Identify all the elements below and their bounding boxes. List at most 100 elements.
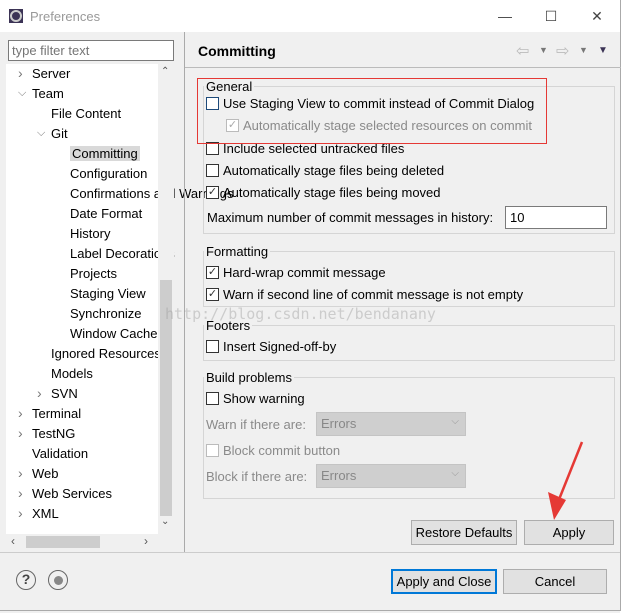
tree-item-ignored-resources[interactable]: Ignored Resources bbox=[51, 344, 161, 364]
scroll-down-icon[interactable]: ⌄ bbox=[161, 516, 169, 527]
scroll-right-icon[interactable]: › bbox=[144, 534, 148, 548]
chevron-down-icon[interactable]: ⌵ bbox=[37, 127, 45, 140]
cancel-button[interactable]: Cancel bbox=[503, 569, 607, 594]
preference-tree: Server › Team ⌵ File Content Git ⌵ Committing Co… bbox=[6, 64, 234, 534]
chevron-right-icon[interactable]: › bbox=[37, 385, 42, 401]
tree-item-label: Validation bbox=[32, 446, 89, 461]
tree-item-label: Git bbox=[51, 126, 68, 141]
tree-item-label: Committing bbox=[70, 146, 140, 161]
check-icon[interactable]: ✓ bbox=[206, 186, 219, 199]
title-bar: Preferences — ☐ ✕ bbox=[0, 0, 620, 32]
tree-item-committing[interactable]: Committing bbox=[70, 144, 140, 164]
warn-severity-combo: Errors ⌵ bbox=[316, 412, 466, 436]
eclipse-icon bbox=[9, 9, 23, 23]
tree-item-svn[interactable]: SVN bbox=[51, 384, 78, 404]
tree-item-label: Web bbox=[32, 466, 59, 481]
tree-item-testng[interactable]: TestNG bbox=[32, 424, 75, 444]
tree-item-label: Terminal bbox=[32, 406, 82, 421]
tree-item-team[interactable]: Team bbox=[32, 84, 64, 104]
checkbox-box bbox=[206, 444, 219, 457]
tree-item-label: Window Cache bbox=[70, 326, 158, 341]
warn-if-label: Warn if there are: bbox=[206, 417, 306, 432]
tree-item-label: Projects bbox=[70, 266, 117, 281]
annotation-highlight-box bbox=[197, 78, 547, 144]
header-separator bbox=[185, 67, 621, 68]
footer-separator bbox=[0, 552, 620, 553]
show-warning-checkbox[interactable]: Show warning bbox=[206, 391, 305, 406]
minimize-button[interactable]: — bbox=[490, 4, 520, 28]
tree-item-label: Web Services bbox=[32, 486, 112, 501]
block-commit-checkbox: Block commit button bbox=[206, 443, 340, 458]
tree-item-label: XML bbox=[32, 506, 59, 521]
tree-item-file-content[interactable]: File Content bbox=[51, 104, 121, 124]
stage-deleted-checkbox[interactable]: Automatically stage files being deleted bbox=[206, 163, 444, 178]
apply-button[interactable]: Apply bbox=[524, 520, 614, 545]
tree-item-web-services[interactable]: Web Services bbox=[32, 484, 112, 504]
sash-divider[interactable] bbox=[184, 32, 185, 552]
chevron-down-icon: ⌵ bbox=[451, 468, 459, 479]
check-icon[interactable]: ✓ bbox=[206, 288, 219, 301]
filter-input[interactable] bbox=[8, 40, 174, 61]
tree-item-label: Synchronize bbox=[70, 306, 142, 321]
tree-item-git[interactable]: Git bbox=[51, 124, 68, 144]
chevron-right-icon[interactable]: › bbox=[18, 505, 23, 521]
checkbox-box[interactable] bbox=[206, 392, 219, 405]
tree-item-label: TestNG bbox=[32, 426, 76, 441]
tree-item-web[interactable]: Web bbox=[32, 464, 59, 484]
restore-defaults-button[interactable]: Restore Defaults bbox=[411, 520, 517, 545]
tree-item-staging-view[interactable]: Staging View bbox=[70, 284, 146, 304]
tree-item-label: Ignored Resources bbox=[51, 346, 161, 361]
tree-item-window-cache[interactable]: Window Cache bbox=[70, 324, 157, 344]
scroll-left-icon[interactable]: ‹ bbox=[11, 534, 15, 548]
hard-wrap-checkbox[interactable]: ✓ Hard-wrap commit message bbox=[206, 265, 386, 280]
chevron-down-icon: ⌵ bbox=[451, 416, 459, 427]
view-menu-icon[interactable]: ▼ bbox=[598, 45, 608, 56]
help-icon[interactable]: ? bbox=[16, 570, 36, 590]
forward-arrow-icon[interactable]: ⇨ bbox=[556, 41, 569, 61]
group-label: Build problems bbox=[204, 370, 294, 385]
tree-item-server[interactable]: Server bbox=[32, 64, 70, 84]
page-title: Committing bbox=[198, 43, 276, 59]
chevron-right-icon[interactable]: › bbox=[18, 485, 23, 501]
tree-item-label: SVN bbox=[51, 386, 78, 401]
stage-moved-checkbox[interactable]: ✓ Automatically stage files being moved bbox=[206, 185, 441, 200]
warn-second-line-checkbox[interactable]: ✓ Warn if second line of commit message i… bbox=[206, 287, 523, 302]
import-export-icon[interactable] bbox=[48, 570, 68, 590]
checkbox-box[interactable] bbox=[206, 164, 219, 177]
maximize-button[interactable]: ☐ bbox=[536, 4, 566, 28]
tree-item-date-format[interactable]: Date Format bbox=[70, 204, 142, 224]
block-if-label: Block if there are: bbox=[206, 469, 308, 484]
group-label: Formatting bbox=[204, 244, 271, 259]
tree-item-xml[interactable]: XML bbox=[32, 504, 59, 524]
tree-item-projects[interactable]: Projects bbox=[70, 264, 117, 284]
back-menu-icon[interactable]: ▼ bbox=[539, 45, 548, 55]
forward-menu-icon[interactable]: ▼ bbox=[579, 45, 588, 55]
apply-and-close-button[interactable]: Apply and Close bbox=[391, 569, 497, 594]
tree-item-validation[interactable]: Validation bbox=[32, 444, 88, 464]
annotation-arrow-icon bbox=[548, 441, 584, 520]
scroll-up-icon[interactable]: ⌃ bbox=[161, 66, 169, 77]
chevron-right-icon[interactable]: › bbox=[18, 405, 23, 421]
tree-item-terminal[interactable]: Terminal bbox=[32, 404, 81, 424]
check-icon[interactable]: ✓ bbox=[206, 266, 219, 279]
max-messages-label: Maximum number of commit messages in his… bbox=[207, 210, 494, 225]
chevron-right-icon[interactable]: › bbox=[18, 425, 23, 441]
tree-item-label: File Content bbox=[51, 106, 122, 121]
tree-item-models[interactable]: Models bbox=[51, 364, 93, 384]
block-severity-combo: Errors ⌵ bbox=[316, 464, 466, 488]
signed-off-checkbox[interactable]: Insert Signed-off-by bbox=[206, 339, 336, 354]
chevron-down-icon[interactable]: ⌵ bbox=[18, 87, 26, 100]
chevron-right-icon[interactable]: › bbox=[18, 65, 23, 81]
tree-item-history[interactable]: History bbox=[70, 224, 110, 244]
tree-item-configuration[interactable]: Configuration bbox=[70, 164, 147, 184]
tree-item-synchronize[interactable]: Synchronize bbox=[70, 304, 142, 324]
window-title: Preferences bbox=[30, 9, 101, 24]
chevron-right-icon[interactable]: › bbox=[18, 465, 23, 481]
tree-item-label: History bbox=[70, 226, 111, 241]
checkbox-box[interactable] bbox=[206, 340, 219, 353]
horizontal-scroll-thumb[interactable] bbox=[26, 536, 100, 548]
tree-item-label: Staging View bbox=[70, 286, 146, 301]
max-messages-input[interactable]: 10 bbox=[505, 206, 607, 229]
close-button[interactable]: ✕ bbox=[582, 4, 612, 28]
back-arrow-icon[interactable]: ⇦ bbox=[516, 41, 529, 61]
